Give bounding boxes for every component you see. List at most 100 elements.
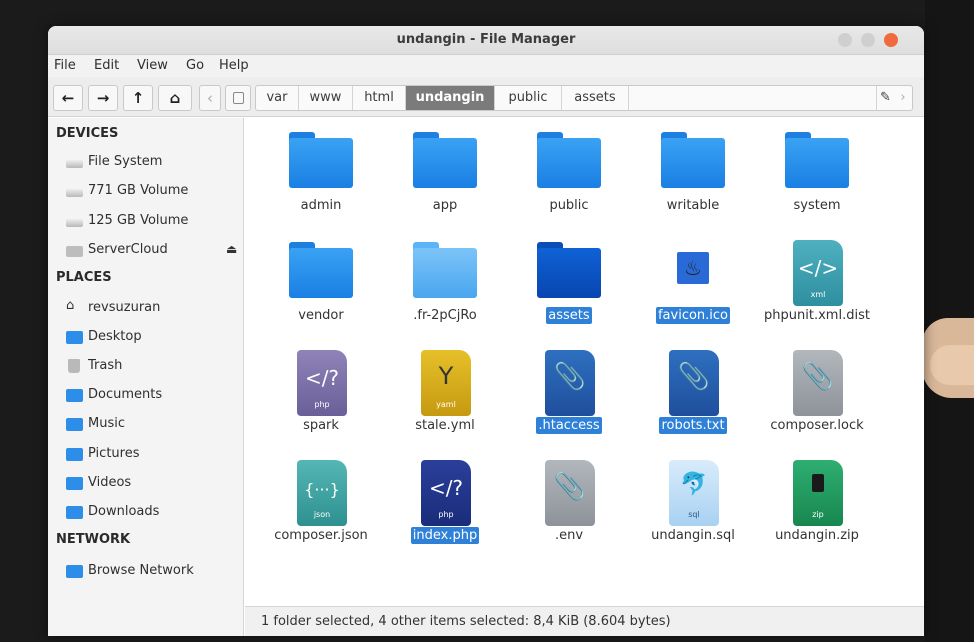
php-file-icon: </? php xyxy=(289,350,353,416)
file-item-phpunit-xml-dist[interactable]: </> xml phpunit.xml.dist xyxy=(755,232,879,342)
sidebar-item-label: Desktop xyxy=(88,329,142,344)
folder-icon xyxy=(289,242,353,298)
sidebar-item-125-gb-volume[interactable]: 125 GB Volume xyxy=(62,211,238,233)
path-toggle-button[interactable] xyxy=(225,85,251,111)
title-bar[interactable]: undangin - File Manager xyxy=(48,26,924,55)
codeigniter-flame-icon: ♨ xyxy=(661,242,725,298)
json-file-icon: {···} json xyxy=(289,460,353,526)
file-name: assets xyxy=(546,307,592,324)
file-name: vendor xyxy=(298,308,344,323)
file-name: system xyxy=(793,198,841,213)
location-path-bar: var www html undangin public assets ✎ › xyxy=(255,85,913,111)
file-name: robots.txt xyxy=(659,417,727,434)
sidebar-item-trash[interactable]: Trash xyxy=(62,356,238,378)
minimize-button[interactable] xyxy=(838,33,852,47)
file-manager-window: undangin - File Manager File Edit View G… xyxy=(48,26,924,636)
menu-bar: File Edit View Go Help xyxy=(48,55,924,77)
breadcrumb-html[interactable]: html xyxy=(353,86,406,110)
menu-edit[interactable]: Edit xyxy=(94,58,119,73)
sidebar-item-label: Browse Network xyxy=(88,563,194,578)
file-name: undangin.sql xyxy=(651,528,735,543)
breadcrumb-var[interactable]: var xyxy=(256,86,299,110)
sidebar-item-browse-network[interactable]: Browse Network xyxy=(62,561,238,583)
sidebar-item-desktop[interactable]: Desktop xyxy=(62,327,238,349)
file-item-system[interactable]: system xyxy=(755,122,879,232)
file-name: .fr-2pCjRo xyxy=(413,308,477,323)
up-button[interactable]: ↑ xyxy=(123,85,153,111)
home-button[interactable]: ⌂ xyxy=(158,85,192,111)
file-item-admin[interactable]: admin xyxy=(259,122,383,232)
network-folder-icon xyxy=(66,565,83,578)
sidebar-item-771-gb-volume[interactable]: 771 GB Volume xyxy=(62,181,238,203)
home-icon: ⌂ xyxy=(66,298,75,313)
sidebar-item-file-system[interactable]: File System xyxy=(62,152,238,174)
drive-icon xyxy=(66,219,83,227)
menu-help[interactable]: Help xyxy=(219,58,249,73)
music-folder-icon xyxy=(66,418,83,431)
background-hand-highlight xyxy=(930,345,974,385)
sidebar-item-label: File System xyxy=(88,154,163,169)
status-bar: 1 folder selected, 4 other items selecte… xyxy=(245,606,924,636)
file-item-vendor[interactable]: vendor xyxy=(259,232,383,342)
sidebar-header-places: PLACES xyxy=(56,270,112,285)
yaml-file-icon: Y yaml xyxy=(413,350,477,416)
file-item-fr-2pcjro[interactable]: .fr-2pCjRo xyxy=(383,232,507,342)
forward-button[interactable]: → xyxy=(88,85,118,111)
php-file-icon: </? php xyxy=(413,460,477,526)
file-name: public xyxy=(549,198,589,213)
sidebar-header-network: NETWORK xyxy=(56,532,131,547)
breadcrumb-undangin[interactable]: undangin xyxy=(406,86,495,110)
sidebar-item-pictures[interactable]: Pictures xyxy=(62,444,238,466)
file-item-htaccess[interactable]: 📎 .htaccess xyxy=(507,342,631,452)
eject-icon[interactable]: ⏏ xyxy=(226,242,237,256)
file-item-env[interactable]: 📎 .env xyxy=(507,452,631,562)
sidebar-item-label: Documents xyxy=(88,387,163,402)
sidebar-item-videos[interactable]: Videos xyxy=(62,473,238,495)
folder-icon xyxy=(661,132,725,188)
file-name: admin xyxy=(300,198,342,213)
file-item-composer-lock[interactable]: 📎 composer.lock xyxy=(755,342,879,452)
file-item-undangin-zip[interactable]: zip undangin.zip xyxy=(755,452,879,562)
paperclip-file-icon: 📎 xyxy=(785,350,849,416)
breadcrumb-public[interactable]: public xyxy=(495,86,562,110)
sidebar-item-label: Downloads xyxy=(88,504,160,519)
sidebar-item-label: 771 GB Volume xyxy=(88,183,189,198)
videos-folder-icon xyxy=(66,477,83,490)
file-item-composer-json[interactable]: {···} json composer.json xyxy=(259,452,383,562)
sidebar-item-downloads[interactable]: Downloads xyxy=(62,502,238,524)
file-item-app[interactable]: app xyxy=(383,122,507,232)
menu-go[interactable]: Go xyxy=(186,58,204,73)
edit-path-icon[interactable]: ✎ xyxy=(876,86,894,110)
file-item-index-php[interactable]: </? php index.php xyxy=(383,452,507,562)
sidebar-item-home[interactable]: ⌂ revsuzuran xyxy=(62,298,238,320)
file-grid: admin app public writable system vendor … xyxy=(245,118,924,606)
downloads-folder-icon xyxy=(66,506,83,519)
file-item-stale-yml[interactable]: Y yaml stale.yml xyxy=(383,342,507,452)
network-drive-icon xyxy=(66,246,83,257)
file-item-robots-txt[interactable]: 📎 robots.txt xyxy=(631,342,755,452)
folder-icon xyxy=(413,132,477,188)
file-item-spark[interactable]: </? php spark xyxy=(259,342,383,452)
path-scroll-left-button[interactable]: ‹ xyxy=(199,85,221,111)
file-item-undangin-sql[interactable]: 🐬 sql undangin.sql xyxy=(631,452,755,562)
maximize-button[interactable] xyxy=(861,33,875,47)
file-item-writable[interactable]: writable xyxy=(631,122,755,232)
breadcrumb-assets[interactable]: assets xyxy=(562,86,629,110)
sidebar-item-music[interactable]: Music xyxy=(62,414,238,436)
file-item-assets[interactable]: assets xyxy=(507,232,631,342)
file-name: spark xyxy=(303,418,339,433)
back-button[interactable]: ← xyxy=(53,85,83,111)
file-item-public[interactable]: public xyxy=(507,122,631,232)
close-button[interactable] xyxy=(884,33,898,47)
sidebar-item-label: 125 GB Volume xyxy=(88,213,189,228)
breadcrumb-www[interactable]: www xyxy=(299,86,353,110)
sidebar-item-documents[interactable]: Documents xyxy=(62,385,238,407)
sidebar-item-servercloud[interactable]: ServerCloud ⏏ xyxy=(62,240,238,262)
file-item-favicon-ico[interactable]: ♨ favicon.ico xyxy=(631,232,755,342)
sidebar-item-label: revsuzuran xyxy=(88,300,161,315)
file-name: .htaccess xyxy=(536,417,602,434)
menu-file[interactable]: File xyxy=(54,58,76,73)
documents-folder-icon xyxy=(66,389,83,402)
path-scroll-right-button[interactable]: › xyxy=(894,86,912,110)
menu-view[interactable]: View xyxy=(137,58,168,73)
